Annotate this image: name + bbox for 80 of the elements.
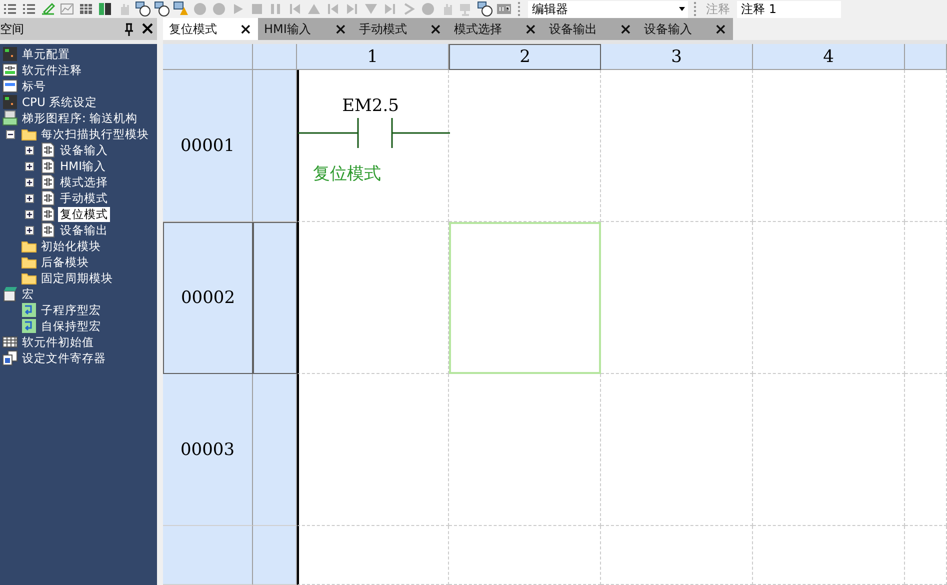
close-icon[interactable]: × xyxy=(429,20,442,38)
tree-item-icon xyxy=(2,334,18,350)
tree-item[interactable]: 宏 xyxy=(20,286,36,302)
tree-item-icon xyxy=(21,302,37,318)
tree-item[interactable]: 软元件初始值 xyxy=(20,334,96,350)
close-icon[interactable]: × xyxy=(714,20,727,38)
tree-item-icon xyxy=(40,158,56,174)
editor-tab[interactable]: 手动模式 × xyxy=(353,18,448,40)
toolbar-icon[interactable] xyxy=(135,1,151,17)
close-icon[interactable]: × xyxy=(334,20,347,38)
pin-icon[interactable] xyxy=(124,22,134,36)
tree-item[interactable]: 模式选择 xyxy=(58,174,110,190)
toolbar-icon[interactable] xyxy=(97,1,113,17)
tree-item[interactable]: 子程序型宏 xyxy=(39,302,103,318)
row-number: 00003 xyxy=(163,374,253,526)
tree-item[interactable]: 设备输入 xyxy=(58,142,110,158)
caret-icon xyxy=(678,5,686,13)
tree-item[interactable]: CPU 系统设定 xyxy=(20,94,100,110)
expand-icon[interactable] xyxy=(25,210,34,218)
close-icon[interactable]: × xyxy=(524,20,537,38)
editor-tab[interactable]: 复位模式 × xyxy=(163,18,258,40)
row-header-cell xyxy=(253,526,297,585)
comment-label: 注释 xyxy=(706,0,730,18)
row-number: 00001 xyxy=(163,70,253,222)
device-label: EM2.5 xyxy=(342,96,399,116)
editor-dropdown[interactable]: 编辑器 xyxy=(528,0,688,18)
tree-item[interactable]: 手动模式 xyxy=(58,190,110,206)
tree-item[interactable]: 固定周期模块 xyxy=(39,270,115,286)
expand-icon[interactable] xyxy=(25,178,34,186)
tree-item[interactable]: 自保持型宏 xyxy=(39,318,103,334)
editor-tab[interactable]: 模式选择 × xyxy=(448,18,543,40)
row-number: 00002 xyxy=(163,222,253,374)
tree-item[interactable]: 标号 xyxy=(20,78,48,94)
tree-item-icon xyxy=(40,142,56,158)
tree-item-icon xyxy=(21,318,37,334)
toolbar-icon[interactable] xyxy=(154,1,170,17)
tree-item-icon xyxy=(40,190,56,206)
panel-title: 空间 xyxy=(0,20,24,38)
tree-item[interactable]: 软元件注释 xyxy=(20,62,84,78)
ladder-cell xyxy=(905,526,947,585)
tree-item[interactable]: 单元配置 xyxy=(20,46,72,62)
tree-item-icon xyxy=(2,46,18,62)
tree-item-icon xyxy=(40,206,56,222)
expand-icon[interactable] xyxy=(25,194,34,202)
column-header: 4 xyxy=(753,44,905,70)
close-icon[interactable]: × xyxy=(239,20,252,38)
close-icon[interactable] xyxy=(142,22,153,34)
tree-item[interactable]: 设备输出 xyxy=(58,222,110,238)
expand-icon[interactable] xyxy=(25,146,34,154)
tree-item-icon xyxy=(40,174,56,190)
comment-field[interactable]: 注释 1 xyxy=(737,0,841,18)
column-header: 3 xyxy=(601,44,753,70)
editor-tab[interactable]: HMI输入 × xyxy=(258,18,353,40)
expand-icon[interactable] xyxy=(25,162,34,170)
collapse-icon[interactable] xyxy=(6,130,15,138)
editor-tab[interactable]: 设备输入 × xyxy=(638,18,733,40)
expand-icon[interactable] xyxy=(25,226,34,234)
device-comment: 复位模式 xyxy=(313,163,381,185)
tree-item-icon xyxy=(2,62,18,78)
tree-item[interactable]: 初始化模块 xyxy=(39,238,103,254)
column-header: 2 xyxy=(449,44,601,70)
close-icon[interactable]: × xyxy=(619,20,632,38)
tree-item-icon xyxy=(2,94,18,110)
toolbar-icon[interactable] xyxy=(477,1,493,17)
tree-item-icon xyxy=(2,78,18,94)
editor-tab[interactable]: 设备输出 × xyxy=(543,18,638,40)
tree-item-icon xyxy=(2,286,18,302)
header-cell xyxy=(905,44,947,70)
tree-item-icon xyxy=(2,110,18,126)
tree-item-icon xyxy=(40,222,56,238)
tree-item-icon xyxy=(2,350,18,366)
tree-item[interactable]: HMI输入 xyxy=(58,158,108,174)
toolbar-icon[interactable] xyxy=(173,1,189,17)
tree-item[interactable]: 复位模式 xyxy=(58,206,110,222)
tree-item[interactable]: 每次扫描执行型模块 xyxy=(39,126,151,142)
tree-item[interactable]: 后备模块 xyxy=(39,254,91,270)
tree-item[interactable]: 梯形图程序: 输送机构 xyxy=(20,110,140,126)
column-header: 1 xyxy=(297,44,449,70)
tree-item[interactable]: 设定文件寄存器 xyxy=(20,350,108,366)
header-cell xyxy=(253,44,297,70)
